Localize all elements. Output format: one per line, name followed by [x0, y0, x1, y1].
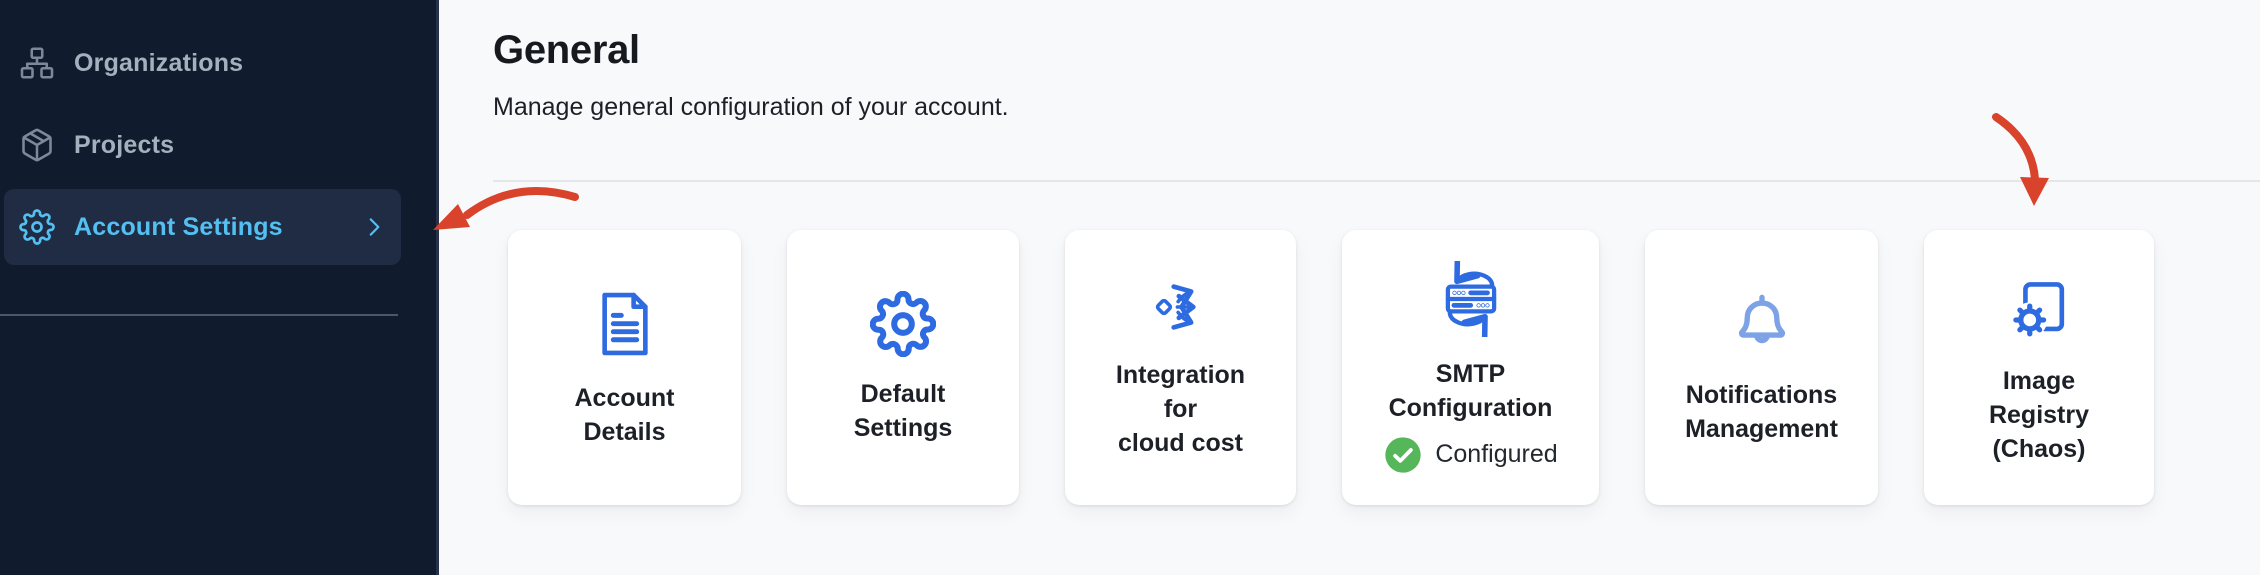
badge-text: Configured — [1435, 440, 1557, 469]
card-label-line: for — [1116, 392, 1245, 426]
sidebar-item-organizations[interactable]: Organizations — [4, 25, 401, 101]
card-label-line: SMTP — [1389, 357, 1553, 391]
card-label: Default Settings — [854, 377, 953, 445]
card-label-line: Notifications — [1685, 378, 1838, 412]
split-arrows-icon — [1150, 276, 1212, 338]
sidebar: Organizations Projects Account Setti — [0, 0, 439, 575]
settings-cards: Account Details Default Settings — [508, 230, 2260, 505]
card-default-settings[interactable]: Default Settings — [787, 230, 1019, 505]
gear-icon — [18, 208, 56, 246]
chevron-right-icon — [361, 214, 387, 240]
gear-icon — [870, 291, 936, 357]
card-label-line: cloud cost — [1116, 426, 1245, 460]
bell-icon — [1728, 290, 1796, 358]
card-label-line: Management — [1685, 412, 1838, 446]
cube-icon — [18, 126, 56, 164]
sidebar-item-label: Organizations — [74, 49, 243, 78]
page-subtitle: Manage general configuration of your acc… — [493, 90, 2260, 124]
main-content: General Manage general configuration of … — [439, 0, 2260, 575]
card-label-line: Image — [1989, 364, 2089, 398]
card-account-details[interactable]: Account Details — [508, 230, 741, 505]
card-label-line: Default — [854, 377, 953, 411]
card-label-line: Configuration — [1389, 391, 1553, 425]
card-label: Image Registry (Chaos) — [1989, 364, 2089, 466]
card-label-line: Registry — [1989, 398, 2089, 432]
card-label-line: Integration — [1116, 358, 1245, 392]
card-image-registry-chaos[interactable]: Image Registry (Chaos) — [1924, 230, 2154, 505]
sidebar-nav: Organizations Projects Account Setti — [0, 25, 436, 316]
card-label: SMTP Configuration — [1389, 357, 1553, 425]
sidebar-item-label: Projects — [74, 131, 174, 160]
card-integration-cloud-cost[interactable]: Integration for cloud cost — [1065, 230, 1296, 505]
sidebar-divider — [0, 314, 398, 316]
sidebar-item-label: Account Settings — [74, 213, 283, 242]
content-divider — [493, 180, 2260, 182]
card-label: Integration for cloud cost — [1116, 358, 1245, 460]
card-label-line: Settings — [854, 411, 953, 445]
card-label-line: Details — [575, 415, 675, 449]
card-label: Notifications Management — [1685, 378, 1838, 446]
card-smtp-configuration[interactable]: SMTP Configuration Configured — [1342, 230, 1599, 505]
page-title: General — [493, 26, 2260, 74]
registry-gear-icon — [2002, 270, 2076, 344]
card-notifications-management[interactable]: Notifications Management — [1645, 230, 1878, 505]
card-label-line: (Chaos) — [1989, 432, 2089, 466]
configured-badge: Configured — [1383, 435, 1557, 475]
sidebar-item-projects[interactable]: Projects — [4, 107, 401, 183]
server-sync-icon — [1433, 261, 1509, 337]
document-icon — [588, 287, 662, 361]
check-circle-icon — [1383, 435, 1423, 475]
card-label-line: Account — [575, 381, 675, 415]
card-label: Account Details — [575, 381, 675, 449]
org-chart-icon — [18, 44, 56, 82]
sidebar-item-account-settings[interactable]: Account Settings — [4, 189, 401, 265]
